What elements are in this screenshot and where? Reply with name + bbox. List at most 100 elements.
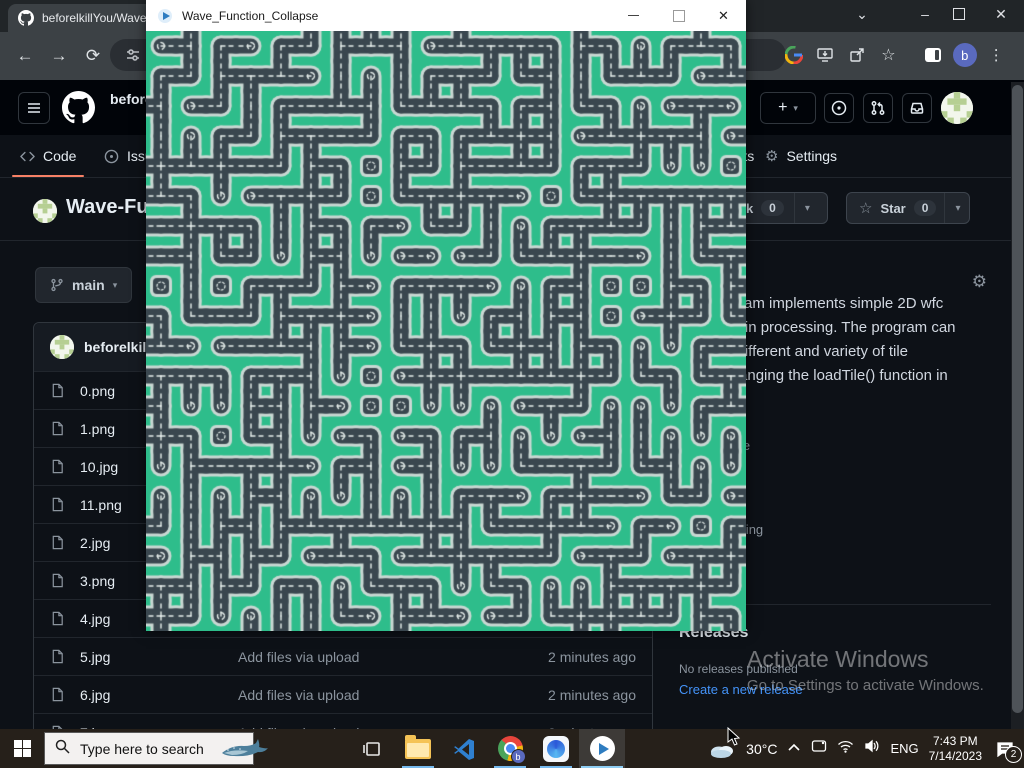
windows-logo-icon xyxy=(14,740,31,757)
github-logo-icon[interactable] xyxy=(62,91,95,124)
scrollbar-thumb[interactable] xyxy=(1012,85,1023,713)
commit-time: 2 minutes ago xyxy=(548,649,636,665)
github-favicon-icon xyxy=(18,10,34,26)
clock-date: 7/14/2023 xyxy=(929,749,982,764)
commit-message[interactable]: Add files via upload xyxy=(238,649,359,665)
about-gear-icon[interactable]: ⚙ xyxy=(972,272,987,292)
file-name[interactable]: 4.jpg xyxy=(80,611,110,627)
temperature[interactable]: 30°C xyxy=(746,741,777,757)
profile-avatar[interactable]: b xyxy=(951,40,979,70)
fork-caret[interactable]: ▾ xyxy=(794,193,820,223)
taskbar-vscode[interactable] xyxy=(441,729,487,768)
app-icon xyxy=(158,9,172,23)
star-count: 0 xyxy=(914,200,937,216)
bookmark-star-icon[interactable]: ☆ xyxy=(875,40,903,70)
taskbar-processing[interactable] xyxy=(533,729,579,768)
tab-search-chevron-icon[interactable]: ⌄ xyxy=(845,0,879,28)
file-name[interactable]: 11.png xyxy=(80,497,122,513)
file-name[interactable]: 5.jpg xyxy=(80,649,110,665)
gear-icon: ⚙ xyxy=(765,147,778,165)
app-title-bar[interactable]: Wave_Function_Collapse ✕ xyxy=(146,0,746,31)
system-tray: 30°C ENG 7:43 PM 7/14/2023 2 xyxy=(708,734,1024,764)
file-icon xyxy=(50,459,65,474)
commit-message[interactable]: Add files via upload xyxy=(238,687,359,703)
back-button[interactable]: ← xyxy=(8,39,42,73)
notification-center-button[interactable]: 2 xyxy=(992,737,1018,761)
wfc-pattern-canvas xyxy=(146,31,746,631)
menu-kebab-icon[interactable]: ⋮ xyxy=(982,40,1010,70)
window-restore-button[interactable] xyxy=(942,0,976,28)
issues-header-button[interactable] xyxy=(824,93,854,123)
desktop: beforelkillYou/Wave_Function_Collapse ⌄ … xyxy=(0,0,1024,768)
notification-badge: 2 xyxy=(1005,746,1022,763)
weather-cloud-icon[interactable] xyxy=(708,739,736,759)
side-panel-icon[interactable] xyxy=(919,40,947,70)
search-highlight-shark-image[interactable] xyxy=(218,737,270,761)
file-icon xyxy=(50,421,65,436)
file-icon xyxy=(50,497,65,512)
forward-button[interactable]: → xyxy=(42,39,76,73)
file-icon xyxy=(50,611,65,626)
tablet-mode-icon[interactable] xyxy=(811,739,827,758)
taskbar-search[interactable]: Type here to search xyxy=(44,732,254,765)
tray-chevron-up-icon[interactable] xyxy=(787,740,801,758)
file-row[interactable]: 7.jpgAdd files via upload2 minutes ago xyxy=(34,713,652,729)
user-avatar[interactable] xyxy=(941,92,973,124)
vscode-icon xyxy=(452,737,476,761)
app-minimize-button[interactable] xyxy=(611,0,656,31)
star-button[interactable]: ☆ Star 0 ▾ xyxy=(846,192,970,224)
taskbar-file-explorer[interactable] xyxy=(395,729,441,768)
search-placeholder: Type here to search xyxy=(80,741,204,757)
app-title: Wave_Function_Collapse xyxy=(182,9,318,23)
file-row[interactable]: 6.jpgAdd files via upload2 minutes ago xyxy=(34,675,652,713)
file-name[interactable]: 2.jpg xyxy=(80,535,110,551)
window-close-button[interactable]: ✕ xyxy=(984,0,1018,28)
inbox-icon[interactable] xyxy=(902,93,932,123)
window-minimize-button[interactable]: – xyxy=(908,0,942,28)
start-button[interactable] xyxy=(0,729,44,768)
tab-settings[interactable]: ⚙Settings xyxy=(765,135,837,177)
processing-icon xyxy=(543,736,569,762)
app-window: Wave_Function_Collapse ✕ xyxy=(146,0,746,631)
reload-button[interactable]: ⟳ xyxy=(76,39,110,73)
create-new-button[interactable]: + ▾ xyxy=(760,92,816,124)
file-name[interactable]: 6.jpg xyxy=(80,687,110,703)
share-icon[interactable] xyxy=(843,40,871,70)
hamburger-menu-button[interactable] xyxy=(18,92,50,124)
branch-icon xyxy=(50,278,64,292)
wifi-icon[interactable] xyxy=(837,740,854,758)
chrome-icon: b xyxy=(498,736,523,761)
page-scrollbar[interactable] xyxy=(1011,82,1024,729)
issue-icon xyxy=(104,149,119,164)
install-icon[interactable] xyxy=(812,40,840,70)
taskbar-clock[interactable]: 7:43 PM 7/14/2023 xyxy=(929,734,982,764)
file-name[interactable]: 1.png xyxy=(80,421,115,437)
file-name[interactable]: 10.jpg xyxy=(80,459,118,475)
toolbar-extensions: ☆ b ⋮ xyxy=(780,39,1010,71)
file-name[interactable]: 3.png xyxy=(80,573,115,589)
star-caret[interactable]: ▾ xyxy=(944,193,970,223)
star-label: Star xyxy=(880,201,905,216)
file-name[interactable]: 0.png xyxy=(80,383,115,399)
tab-code[interactable]: Code xyxy=(20,135,76,177)
repo-owner-avatar[interactable] xyxy=(33,199,57,223)
branch-caret-icon: ▾ xyxy=(113,280,118,291)
file-row[interactable]: 5.jpg Add files via upload 2 minutes ago xyxy=(34,637,652,675)
file-explorer-icon xyxy=(405,739,431,759)
app-maximize-button[interactable] xyxy=(656,0,701,31)
pull-requests-button[interactable] xyxy=(863,93,893,123)
taskbar-chrome[interactable]: b xyxy=(487,729,533,768)
create-release-link[interactable]: Create a new release xyxy=(679,682,803,697)
taskbar-sketch-app[interactable] xyxy=(579,729,625,768)
fork-count: 0 xyxy=(761,200,784,216)
branch-selector[interactable]: main ▾ xyxy=(35,267,132,303)
code-icon xyxy=(20,149,35,164)
google-icon[interactable] xyxy=(780,40,808,70)
star-icon: ☆ xyxy=(859,199,872,217)
volume-icon[interactable] xyxy=(864,739,880,758)
language-indicator[interactable]: ENG xyxy=(890,741,918,756)
app-close-button[interactable]: ✕ xyxy=(701,0,746,31)
site-settings-icon[interactable] xyxy=(118,40,148,70)
commit-author-avatar[interactable] xyxy=(50,335,74,359)
task-view-button[interactable] xyxy=(349,729,395,768)
